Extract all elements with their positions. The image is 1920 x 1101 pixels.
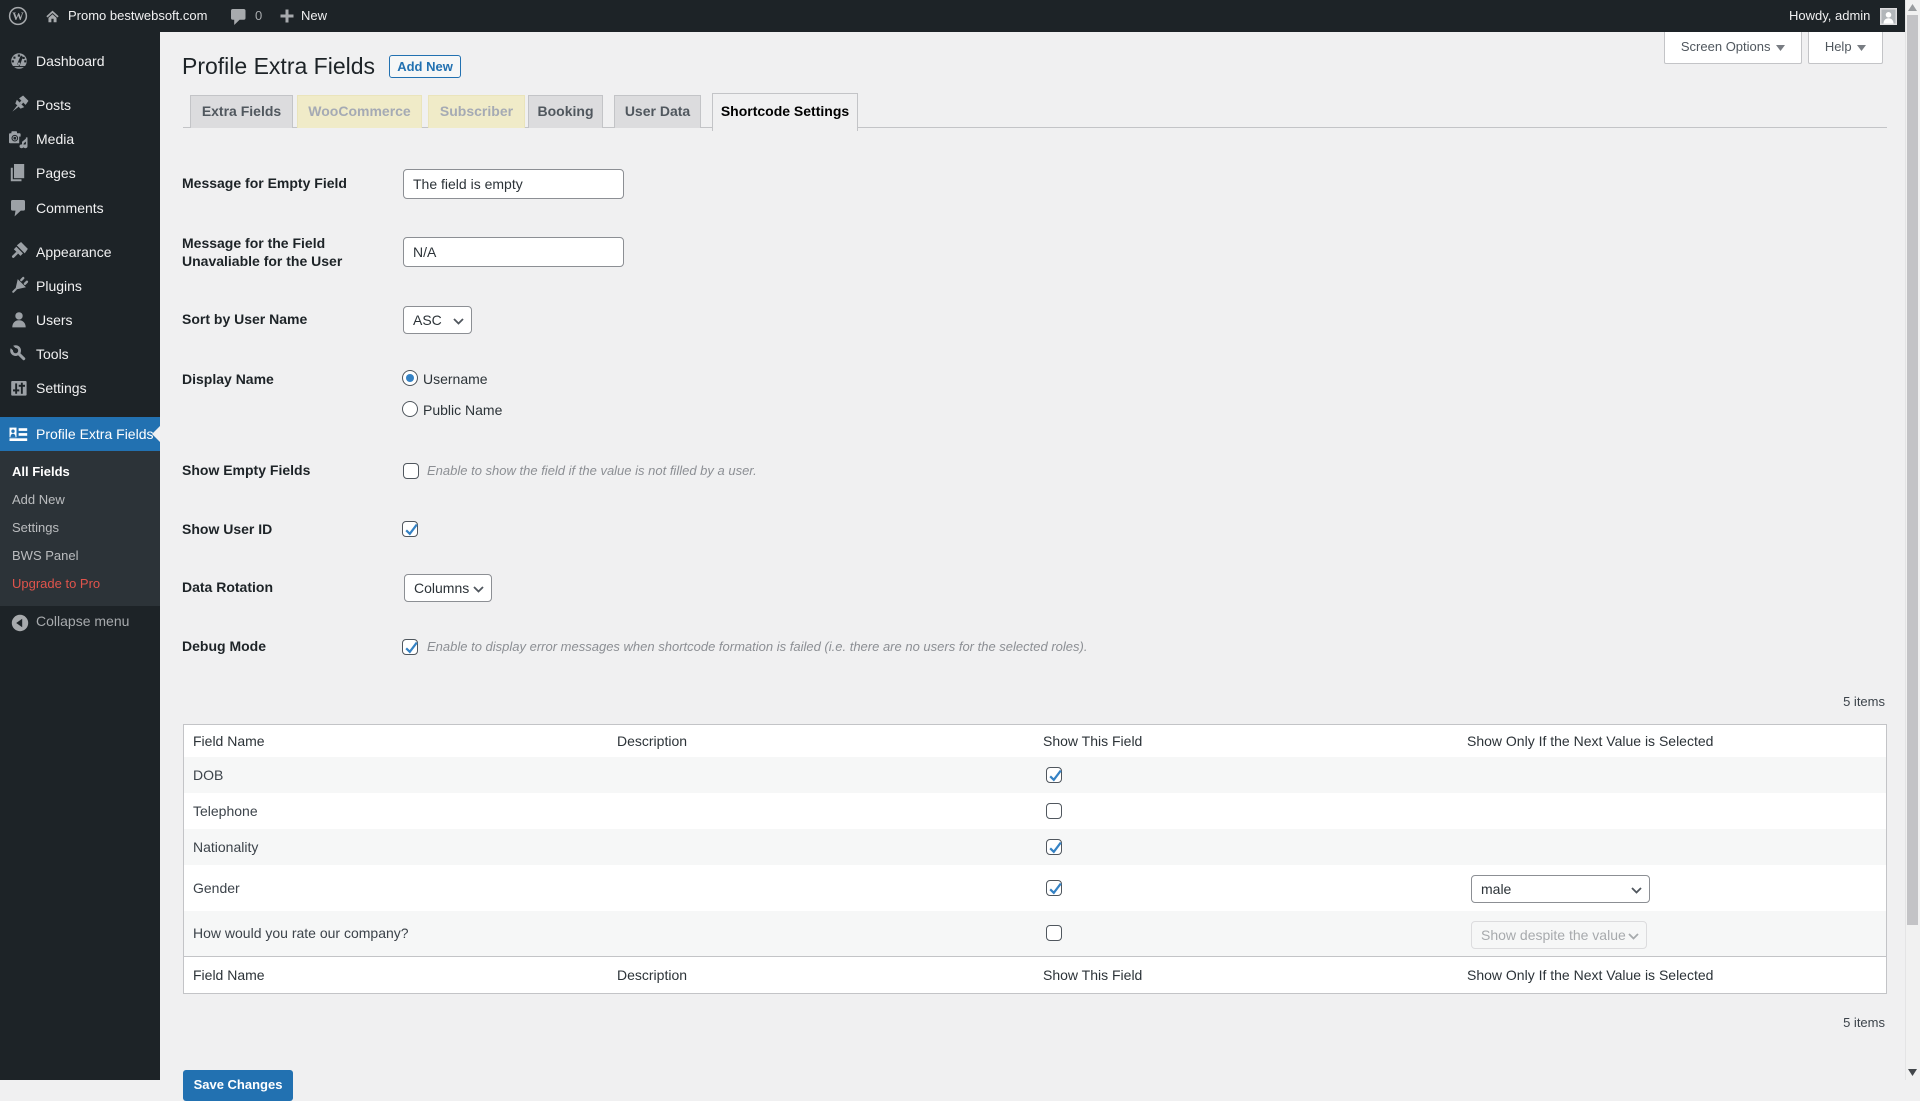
svg-text:W: W bbox=[12, 11, 24, 23]
